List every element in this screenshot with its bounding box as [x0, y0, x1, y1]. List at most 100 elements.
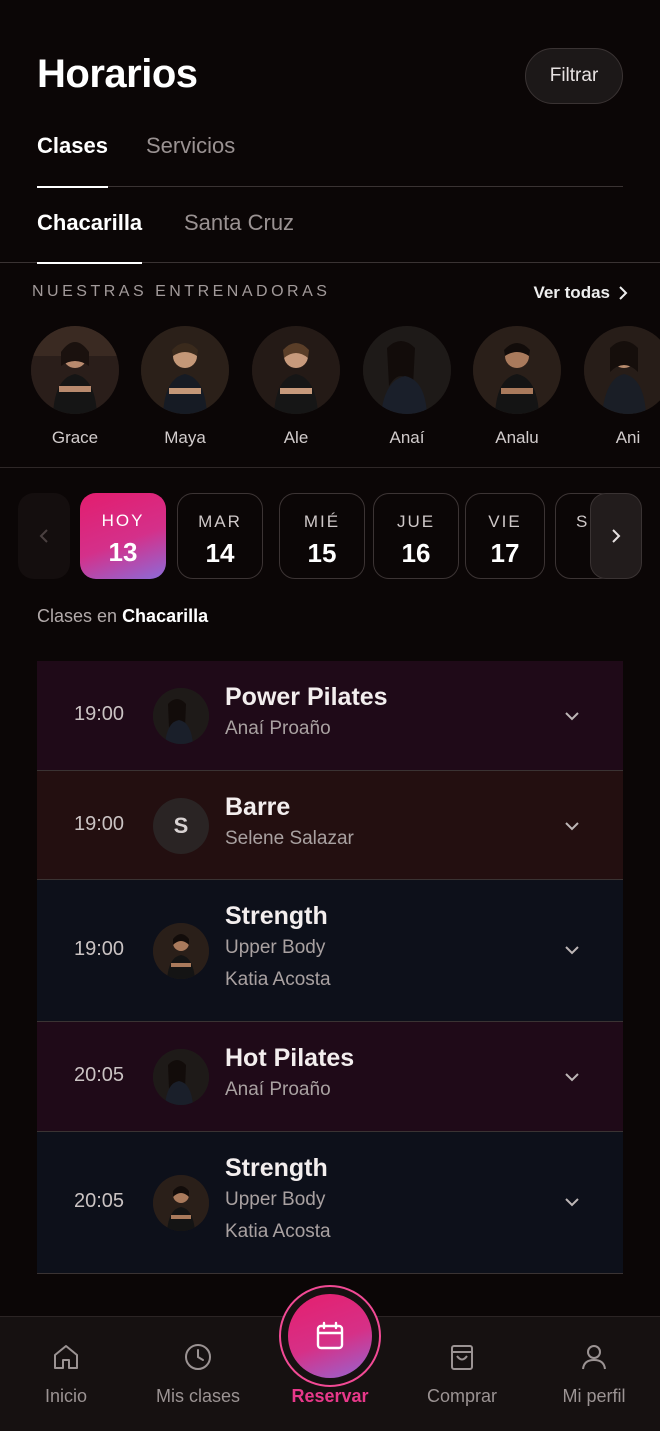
tab-servicios[interactable]: Servicios [146, 133, 235, 187]
trainer-avatar [252, 326, 340, 414]
clock-icon [185, 1344, 211, 1370]
class-name: Strength [225, 902, 328, 930]
see-all-label: Ver todas [533, 283, 610, 302]
instructor-avatar [153, 923, 209, 979]
class-row[interactable]: 20:05 Strength Upper Body Katia Acosta [37, 1132, 623, 1274]
calendar-icon [316, 1321, 344, 1350]
date-card[interactable]: JUE 16 [373, 493, 459, 579]
date-day: 15 [307, 538, 337, 568]
date-dow: HOY [101, 511, 145, 530]
chevron-right-icon [612, 529, 621, 543]
date-day: 16 [401, 538, 431, 568]
date-card[interactable]: MAR 14 [177, 493, 263, 579]
date-dow: VIE [488, 512, 522, 531]
class-info: Barre Selene Salazar [225, 793, 354, 850]
trainer-name: Ani [615, 428, 641, 447]
class-time: 19:00 [74, 938, 125, 960]
date-day: 17 [490, 538, 520, 568]
date-dow: MIÉ [303, 512, 341, 531]
tab-location-santa-cruz[interactable]: Santa Cruz [184, 210, 294, 263]
class-row[interactable]: 19:00 S Barre Selene Salazar [37, 771, 623, 880]
home-icon [54, 1345, 78, 1369]
trainer-name: Analu [495, 428, 539, 447]
class-row[interactable]: 19:00 Strength Upper Body Katia Acosta [37, 880, 623, 1022]
class-name: Power Pilates [225, 683, 388, 711]
chevron-down-icon[interactable] [563, 944, 581, 956]
user-icon [582, 1345, 606, 1370]
class-instructor: Katia Acosta [225, 1221, 331, 1242]
instructor-avatar: S [153, 798, 209, 854]
class-instructor: Katia Acosta [225, 969, 331, 990]
instructor-avatar [153, 1175, 209, 1231]
class-subtitle: Upper Body [225, 937, 326, 958]
chevron-down-icon[interactable] [563, 710, 581, 722]
class-list: 19:00 Power Pilates Anaí Proaño 19:00 S … [37, 661, 623, 1274]
tab-location-chacarilla[interactable]: Chacarilla [37, 210, 143, 264]
chevron-right-icon [619, 286, 628, 300]
class-name: Strength [225, 1154, 328, 1182]
classes-in-prefix: Clases en [37, 606, 118, 626]
trainer-name: Anaí [389, 428, 425, 447]
class-time: 20:05 [74, 1190, 125, 1212]
nav-label: Reservar [291, 1386, 369, 1406]
class-instructor: Anaí Proaño [225, 718, 331, 739]
class-instructor: Anaí Proaño [225, 1079, 331, 1100]
nav-label: Inicio [44, 1386, 88, 1406]
class-row[interactable]: 20:05 Hot Pilates Anaí Proaño [37, 1022, 623, 1132]
nav-label: Mi perfil [562, 1386, 626, 1406]
tab-clases[interactable]: Clases [37, 133, 108, 188]
nav-item-mi-perfil[interactable]: Mi perfil [528, 1317, 660, 1431]
trainer-card[interactable]: Analu [472, 326, 562, 448]
trainer-card[interactable]: Anaí [362, 326, 452, 448]
trainer-avatar [473, 326, 561, 414]
class-info: Hot Pilates Anaí Proaño [225, 1044, 354, 1101]
chevron-left-icon [39, 529, 48, 543]
nav-item-inicio[interactable]: Inicio [0, 1317, 132, 1431]
filter-button[interactable]: Filtrar [525, 48, 623, 104]
chevron-down-icon[interactable] [563, 1071, 581, 1083]
nav-item-mis-clases[interactable]: Mis clases [132, 1317, 264, 1431]
class-time: 19:00 [74, 703, 125, 725]
trainer-name: Ale [283, 428, 309, 447]
trainer-avatar [141, 326, 229, 414]
class-info: Power Pilates Anaí Proaño [225, 683, 388, 740]
date-card-today[interactable]: HOY 13 [80, 493, 166, 579]
date-day: 13 [108, 537, 138, 567]
trainer-avatar [584, 326, 660, 414]
trainer-card[interactable]: Ani [583, 326, 660, 448]
class-name: Barre [225, 793, 291, 821]
chevron-down-icon[interactable] [563, 820, 581, 832]
date-card[interactable]: VIE 17 [465, 493, 545, 579]
category-tabs: Clases Servicios [37, 133, 623, 188]
reservar-fab-button[interactable] [288, 1294, 372, 1378]
next-date-button[interactable] [590, 493, 642, 579]
date-dow: MAR [198, 512, 242, 531]
chevron-down-icon[interactable] [563, 1196, 581, 1208]
trainer-card[interactable]: Grace [30, 326, 120, 448]
date-card[interactable]: MIÉ 15 [279, 493, 365, 579]
trainer-avatar [31, 326, 119, 414]
location-tabs: Chacarilla Santa Cruz [0, 210, 660, 264]
shopping-bag-icon [451, 1345, 473, 1370]
class-time: 20:05 [74, 1064, 125, 1086]
class-row[interactable]: 19:00 Power Pilates Anaí Proaño [37, 661, 623, 771]
class-info: Strength Upper Body Katia Acosta [225, 1154, 331, 1243]
section-divider [0, 467, 660, 468]
class-info: Strength Upper Body Katia Acosta [225, 902, 331, 991]
date-day: 14 [205, 538, 235, 568]
class-subtitle: Upper Body [225, 1189, 326, 1210]
trainer-avatar [363, 326, 451, 414]
nav-item-comprar[interactable]: Comprar [396, 1317, 528, 1431]
trainer-card[interactable]: Maya [140, 326, 230, 448]
class-instructor: Selene Salazar [225, 828, 354, 849]
class-name: Hot Pilates [225, 1044, 355, 1072]
trainer-name: Grace [51, 428, 99, 447]
nav-label: Comprar [426, 1386, 497, 1406]
see-all-trainers-link[interactable]: Ver todas [533, 283, 628, 303]
trainer-card[interactable]: Ale [251, 326, 341, 448]
instructor-avatar [153, 688, 209, 744]
date-selector: HOY 13 MAR 14 MIÉ 15 JUE 16 VIE 17 S [0, 493, 660, 579]
previous-date-button[interactable] [18, 493, 70, 579]
trainer-name: Maya [164, 428, 206, 447]
trainers-carousel[interactable]: Grace Maya Ale Anaí Analu Ani [0, 326, 660, 456]
